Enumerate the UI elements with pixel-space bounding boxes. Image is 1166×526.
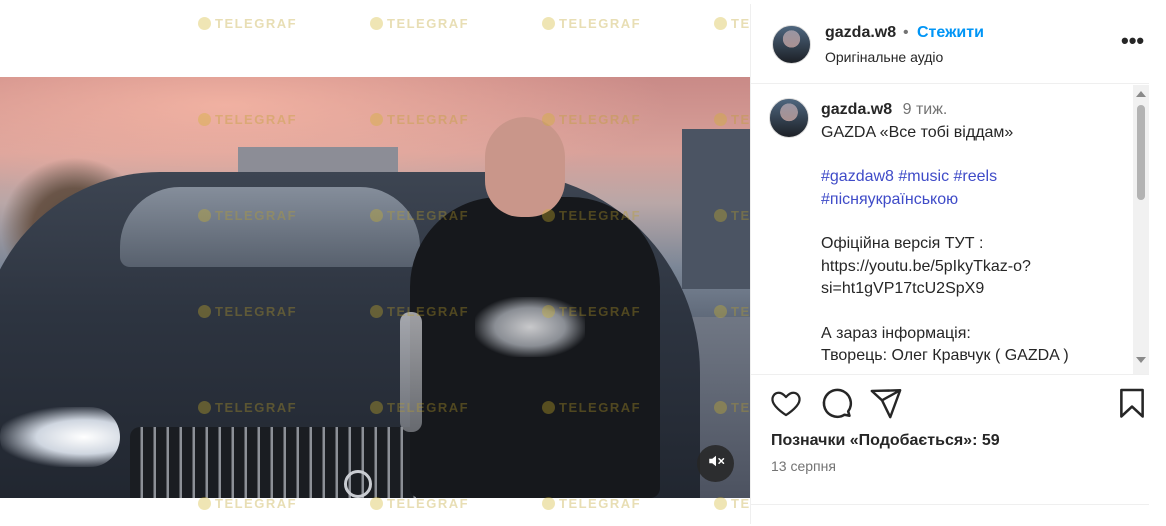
official-version-label: Офіційна версія ТУТ : xyxy=(821,235,984,252)
caption-avatar[interactable] xyxy=(769,98,809,138)
post-sidebar: gazda.w8 • Стежити Оригінальне аудіо •••… xyxy=(750,4,1149,524)
more-icon: ••• xyxy=(1121,28,1145,53)
mute-button[interactable] xyxy=(697,445,734,482)
reel-video[interactable] xyxy=(0,77,750,498)
youtube-link[interactable]: https://youtu.be/5pIkyTkaz-o? xyxy=(821,256,1136,279)
video-car-windshield xyxy=(120,187,420,267)
creator-line: Творець: Олег Кравчук ( GAZDA ) xyxy=(821,347,1069,364)
like-button[interactable] xyxy=(769,386,803,420)
scroll-down-arrow-icon[interactable] xyxy=(1136,357,1146,363)
hashtags-line[interactable]: #пісняукраїнською xyxy=(821,189,1136,212)
video-person-head xyxy=(485,117,565,217)
video-hoodie-print xyxy=(475,297,585,357)
post-caption: gazda.w8 9 тиж. GAZDA «Все тобі віддам» … xyxy=(821,99,1136,368)
comments-scrollbar[interactable] xyxy=(1133,85,1149,374)
avatar[interactable] xyxy=(772,25,811,64)
caption-username[interactable]: gazda.w8 xyxy=(821,101,892,118)
info-label: А зараз інформація: xyxy=(821,324,971,342)
video-sleeve-print xyxy=(400,312,422,432)
action-bar xyxy=(751,386,1149,426)
separator-dot: • xyxy=(903,24,909,41)
original-audio-link[interactable]: Оригінальне аудіо xyxy=(825,49,943,65)
share-icon xyxy=(869,389,903,424)
caption-timestamp[interactable]: 9 тиж. xyxy=(903,101,948,118)
post-header: gazda.w8 • Стежити Оригінальне аудіо ••• xyxy=(751,4,1149,84)
comments-section: gazda.w8 9 тиж. GAZDA «Все тобі віддам» … xyxy=(751,85,1149,375)
caption-title: GAZDA «Все тобі віддам» xyxy=(821,123,1014,141)
author-username[interactable]: gazda.w8 xyxy=(825,24,896,42)
video-car-grille xyxy=(130,427,430,498)
video-building-right xyxy=(682,129,750,289)
likes-count[interactable]: Позначки «Подобається»: 59 xyxy=(771,432,1000,450)
scroll-up-arrow-icon[interactable] xyxy=(1136,91,1146,97)
share-button[interactable] xyxy=(869,386,903,420)
save-button[interactable] xyxy=(1115,386,1149,420)
divider xyxy=(751,504,1149,505)
media-panel xyxy=(0,4,750,524)
hashtags-line[interactable]: #gazdaw8 #music #reels xyxy=(821,166,1136,189)
comment-icon xyxy=(819,388,853,424)
speaker-muted-icon xyxy=(707,452,725,475)
youtube-link-continued[interactable]: si=ht1gVP17tcU2SpX9 xyxy=(821,278,1136,301)
post-date[interactable]: 13 серпня xyxy=(771,458,836,474)
video-person xyxy=(390,117,690,498)
video-car-headlight xyxy=(0,407,120,467)
follow-button[interactable]: Стежити xyxy=(917,24,984,42)
video-car-emblem xyxy=(344,470,372,498)
bookmark-icon xyxy=(1115,388,1149,424)
more-options-button[interactable]: ••• xyxy=(1121,30,1144,52)
scrollbar-thumb[interactable] xyxy=(1137,105,1145,200)
comment-button[interactable] xyxy=(819,386,853,420)
heart-icon xyxy=(769,391,803,424)
